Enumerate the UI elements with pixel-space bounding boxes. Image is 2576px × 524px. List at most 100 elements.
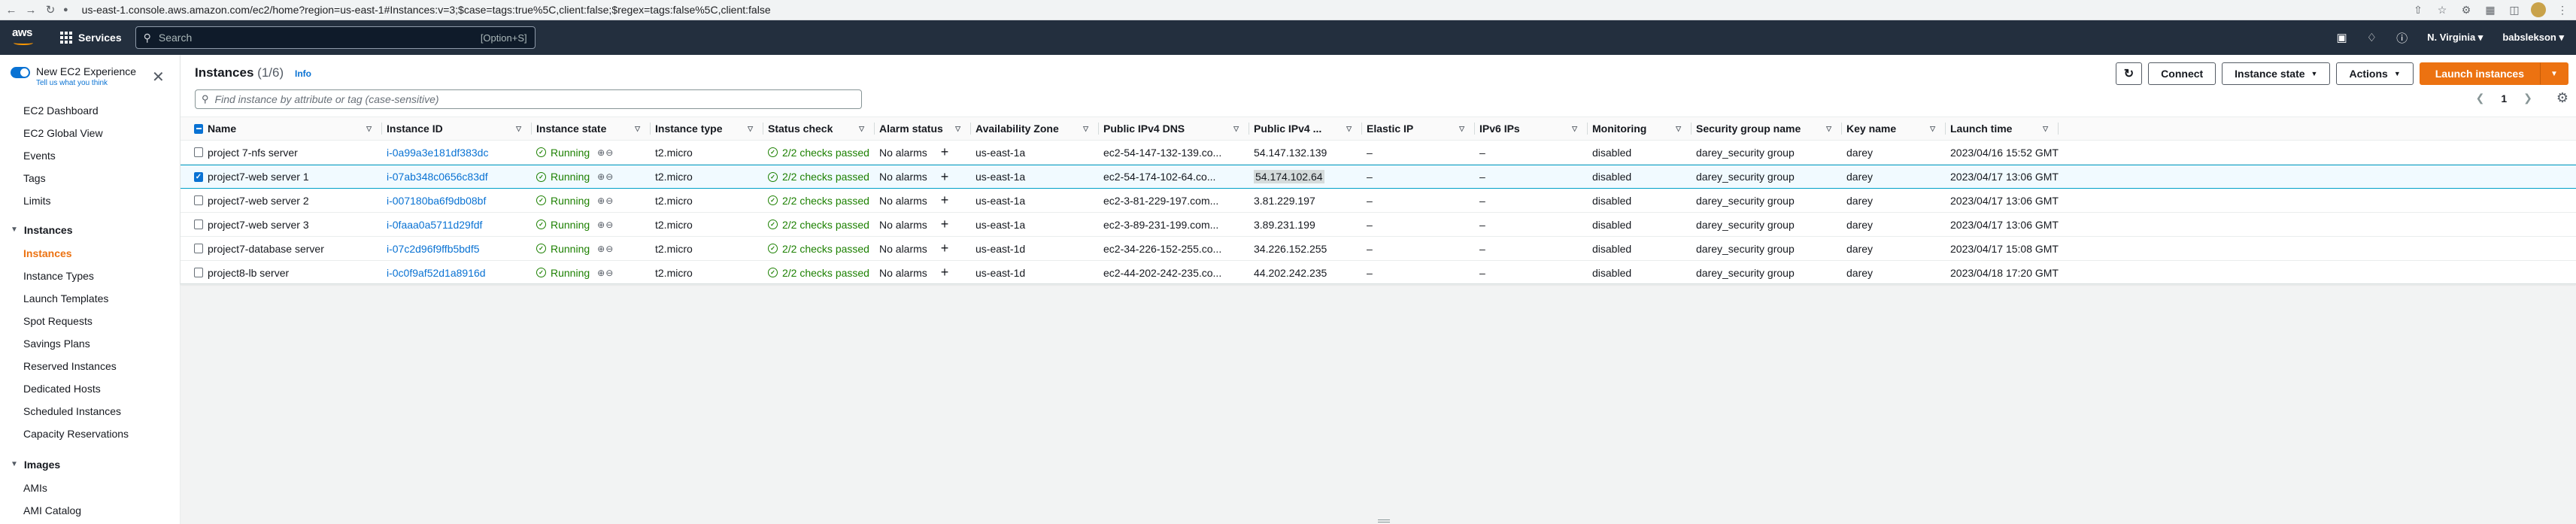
close-icon[interactable]: ✕ xyxy=(152,68,165,86)
region-selector[interactable]: N. Virginia ▾ xyxy=(2427,32,2483,44)
table-row[interactable]: project7-database server i-07c2d96f9ffb5b… xyxy=(181,237,2576,261)
address-bar[interactable]: us-east-1.console.aws.amazon.com/ec2/hom… xyxy=(82,4,771,16)
extensions-puzzle-icon[interactable]: ▦ xyxy=(2483,4,2498,17)
sort-icon[interactable]: ▽ xyxy=(1676,125,1681,133)
row-checkbox[interactable] xyxy=(194,244,203,253)
sort-icon[interactable]: ▽ xyxy=(1572,125,1577,133)
sidebar-item-capacity-reservations[interactable]: Capacity Reservations xyxy=(0,423,180,445)
sidebar-item-limits[interactable]: Limits xyxy=(0,189,180,212)
notifications-bell-icon[interactable]: ♢ xyxy=(2367,31,2377,44)
sort-icon[interactable]: ▽ xyxy=(516,125,521,133)
row-checkbox[interactable] xyxy=(194,147,203,157)
column-header-instance-type[interactable]: Instance type ▽ xyxy=(651,117,763,141)
zoom-icon[interactable]: ⊕⊖ xyxy=(597,195,614,206)
sidebar-item-savings-plans[interactable]: Savings Plans xyxy=(0,332,180,355)
sidebar-item-events[interactable]: Events xyxy=(0,144,180,167)
column-header-security-group[interactable]: Security group name ▽ xyxy=(1692,117,1842,141)
table-row[interactable]: project7-web server 3 i-0faaa0a5711d29fdf… xyxy=(181,213,2576,237)
column-header-instance-state[interactable]: Instance state ▽ xyxy=(532,117,651,141)
instance-id-link[interactable]: i-0c0f9af52d1a8916d xyxy=(387,267,486,279)
table-row[interactable]: ✓ project7-web server 1 i-07ab348c0656c83d… xyxy=(181,165,2576,189)
browser-menu-icon[interactable]: ⋮ xyxy=(2555,4,2570,17)
public-ip-text[interactable]: 54.174.102.64 xyxy=(1254,170,1324,183)
column-header-launch-time[interactable]: Launch time ▽ xyxy=(1946,117,2059,141)
add-alarm-icon[interactable]: + xyxy=(941,217,949,232)
column-header-public-dns[interactable]: Public IPv4 DNS ▽ xyxy=(1099,117,1249,141)
launch-options-dropdown[interactable]: ▼ xyxy=(2540,62,2568,85)
extension-icon[interactable]: ⚙ xyxy=(2459,4,2474,17)
gear-icon[interactable]: ⚙ xyxy=(2556,90,2568,106)
sidebar-item-amis[interactable]: AMIs xyxy=(0,477,180,499)
sidebar-section-instances[interactable]: ▼ Instances xyxy=(0,218,180,242)
sort-icon[interactable]: ▽ xyxy=(635,125,640,133)
profile-avatar[interactable] xyxy=(2531,2,2546,17)
sidepanel-icon[interactable]: ◫ xyxy=(2507,4,2522,17)
split-panel-handle[interactable] xyxy=(1378,519,1390,522)
refresh-button[interactable]: ↻ xyxy=(2115,62,2143,85)
services-menu-button[interactable]: Services xyxy=(60,32,122,44)
aws-search-bar[interactable]: ⚲ [Option+S] xyxy=(135,26,536,49)
row-checkbox[interactable] xyxy=(194,195,203,205)
sort-icon[interactable]: ▽ xyxy=(1083,125,1088,133)
table-row[interactable]: project 7-nfs server i-0a99a3e181df383dc ✓… xyxy=(181,141,2576,165)
cloudshell-icon[interactable]: ▣ xyxy=(2336,31,2347,44)
instance-id-link[interactable]: i-07c2d96f9ffb5bdf5 xyxy=(387,243,480,255)
back-icon[interactable]: ← xyxy=(3,2,20,18)
column-header-monitoring[interactable]: Monitoring ▽ xyxy=(1588,117,1692,141)
feedback-link[interactable]: Tell us what you think xyxy=(36,79,136,87)
zoom-icon[interactable]: ⊕⊖ xyxy=(597,220,614,230)
current-page[interactable]: 1 xyxy=(2501,92,2507,104)
column-header-instance-id[interactable]: Instance ID ▽ xyxy=(382,117,532,141)
forward-icon[interactable]: → xyxy=(23,2,39,18)
sidebar-item-spot-requests[interactable]: Spot Requests xyxy=(0,310,180,332)
instance-id-link[interactable]: i-07ab348c0656c83df xyxy=(387,171,488,183)
zoom-icon[interactable]: ⊕⊖ xyxy=(597,147,614,158)
sort-icon[interactable]: ▽ xyxy=(748,125,753,133)
column-header-availability-zone[interactable]: Availability Zone ▽ xyxy=(971,117,1099,141)
sort-icon[interactable]: ▽ xyxy=(1930,125,1935,133)
share-icon[interactable]: ⇧ xyxy=(2411,4,2426,17)
account-menu[interactable]: babslekson ▾ xyxy=(2502,32,2564,44)
actions-dropdown[interactable]: Actions ▼ xyxy=(2336,62,2414,85)
row-checkbox[interactable] xyxy=(194,220,203,229)
add-alarm-icon[interactable]: + xyxy=(941,265,949,280)
sidebar-item-ami-catalog[interactable]: AMI Catalog xyxy=(0,499,180,522)
column-header-elastic-ip[interactable]: Elastic IP ▽ xyxy=(1362,117,1475,141)
add-alarm-icon[interactable]: + xyxy=(941,169,949,185)
sidebar-item-dedicated-hosts[interactable]: Dedicated Hosts xyxy=(0,377,180,400)
sidebar-item-ec2-dashboard[interactable]: EC2 Dashboard xyxy=(0,99,180,122)
aws-logo[interactable]: aws xyxy=(12,26,38,49)
row-checkbox[interactable] xyxy=(194,268,203,277)
row-checkbox[interactable]: ✓ xyxy=(194,171,203,182)
bookmark-star-icon[interactable]: ☆ xyxy=(2435,4,2450,17)
aws-search-input[interactable] xyxy=(158,32,481,44)
sidebar-item-instance-types[interactable]: Instance Types xyxy=(0,265,180,287)
sidebar-section-images[interactable]: ▼ Images xyxy=(0,453,180,477)
info-link[interactable]: Info xyxy=(295,68,311,79)
instance-id-link[interactable]: i-0faaa0a5711d29fdf xyxy=(387,219,482,231)
zoom-icon[interactable]: ⊕⊖ xyxy=(597,171,614,182)
sort-icon[interactable]: ▽ xyxy=(1233,125,1239,133)
sidebar-item-launch-templates[interactable]: Launch Templates xyxy=(0,287,180,310)
next-page-icon[interactable]: ❯ xyxy=(2523,92,2532,104)
reload-icon[interactable]: ↻ xyxy=(42,2,59,18)
instance-filter[interactable]: ⚲ xyxy=(195,89,862,109)
select-all-checkbox[interactable] xyxy=(194,123,203,134)
sort-icon[interactable]: ▽ xyxy=(859,125,864,133)
add-alarm-icon[interactable]: + xyxy=(941,144,949,160)
sidebar-item-reserved-instances[interactable]: Reserved Instances xyxy=(0,355,180,377)
launch-instances-button[interactable]: Launch instances xyxy=(2419,62,2540,85)
column-resizer[interactable] xyxy=(2058,123,2059,135)
prev-page-icon[interactable]: ❮ xyxy=(2476,92,2485,104)
lock-icon[interactable]: ● xyxy=(63,5,68,14)
column-header-key-name[interactable]: Key name ▽ xyxy=(1842,117,1946,141)
column-header-alarm-status[interactable]: Alarm status ▽ xyxy=(875,117,971,141)
help-icon[interactable]: ⓘ xyxy=(2396,30,2408,46)
new-experience-toggle[interactable] xyxy=(11,67,30,78)
instance-id-link[interactable]: i-0a99a3e181df383dc xyxy=(387,147,488,159)
sidebar-item-scheduled-instances[interactable]: Scheduled Instances xyxy=(0,400,180,423)
sidebar-item-tags[interactable]: Tags xyxy=(0,167,180,189)
sort-icon[interactable]: ▽ xyxy=(1346,125,1352,133)
add-alarm-icon[interactable]: + xyxy=(941,192,949,208)
sort-icon[interactable]: ▽ xyxy=(2043,125,2048,133)
